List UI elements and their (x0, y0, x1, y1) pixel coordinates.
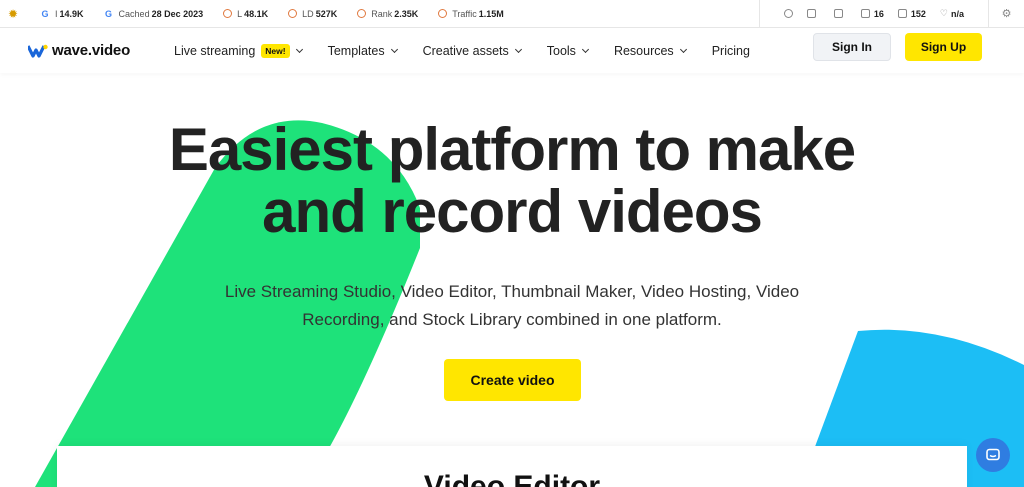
chevron-down-icon (514, 45, 522, 53)
external-link-icon (860, 9, 870, 18)
metric-linking-domains[interactable]: LD 527K (288, 9, 337, 19)
metric-index[interactable]: G I 14.9K (40, 8, 83, 19)
chevron-down-icon (581, 45, 589, 53)
images-count[interactable]: 152 (897, 9, 926, 19)
monitor-icon (806, 9, 816, 18)
image-icon (897, 9, 907, 18)
chat-button[interactable] (976, 438, 1010, 472)
metric-cached[interactable]: G Cached 28 Dec 2023 (104, 8, 203, 19)
info-icon (783, 9, 793, 18)
nav-menu: Live streaming New! Templates Creative a… (174, 43, 776, 58)
seo-toolbar-right: 16 152 ♡ n/a (758, 0, 988, 27)
google-icon: G (41, 8, 49, 19)
circle-icon (223, 9, 233, 18)
nav-item-pricing[interactable]: Pricing (712, 44, 750, 58)
video-editor-panel: Video Editor (57, 446, 967, 487)
metric-rank[interactable]: Rank 2.35K (357, 9, 418, 19)
circle-icon (357, 9, 367, 18)
diamond-metric[interactable]: ♡ n/a (940, 8, 964, 19)
info-button[interactable] (783, 9, 793, 18)
nav-item-creative-assets[interactable]: Creative assets (423, 44, 522, 58)
nav-item-resources[interactable]: Resources (614, 44, 687, 58)
chevron-down-icon (295, 45, 303, 53)
monitor-button[interactable] (806, 9, 820, 18)
circle-icon (438, 9, 448, 18)
nav-item-live-streaming[interactable]: Live streaming New! (174, 43, 303, 58)
bookmark-button[interactable] (833, 9, 847, 18)
extension-logo-icon[interactable]: ✹ (6, 7, 20, 21)
chevron-down-icon (679, 45, 687, 53)
wave-logo-icon (28, 44, 48, 58)
bookmark-icon (833, 9, 843, 18)
hero-headline: Easiest platform to make and record vide… (168, 116, 856, 245)
sign-in-button[interactable]: Sign In (813, 33, 891, 61)
sign-up-button[interactable]: Sign Up (905, 33, 982, 61)
chat-icon (986, 448, 1000, 461)
main-nav: wave.video Live streaming New! Templates… (0, 28, 1024, 73)
circle-icon (288, 9, 298, 18)
metric-links[interactable]: L 48.1K (223, 9, 268, 19)
brand-logo[interactable]: wave.video (28, 42, 158, 59)
chevron-down-icon (390, 45, 398, 53)
diamond-icon: ♡ (939, 8, 948, 18)
nav-item-templates[interactable]: Templates (328, 44, 398, 58)
new-badge: New! (261, 43, 290, 58)
section-title: Video Editor (423, 470, 601, 487)
seo-toolbar: ✹ G I 14.9K G Cached 28 Dec 2023 L 48.1K… (0, 0, 1024, 28)
gear-icon[interactable]: ⚙ (988, 0, 1024, 27)
google-icon: G (105, 8, 113, 19)
hero-section: Easiest platform to make and record vide… (0, 73, 1024, 487)
create-video-button[interactable]: Create video (444, 359, 581, 401)
external-links-count[interactable]: 16 (860, 9, 884, 19)
hero-subtitle: Live Streaming Studio, Video Editor, Thu… (224, 282, 800, 329)
nav-item-tools[interactable]: Tools (547, 44, 589, 58)
metric-traffic[interactable]: Traffic 1.15M (438, 9, 504, 19)
